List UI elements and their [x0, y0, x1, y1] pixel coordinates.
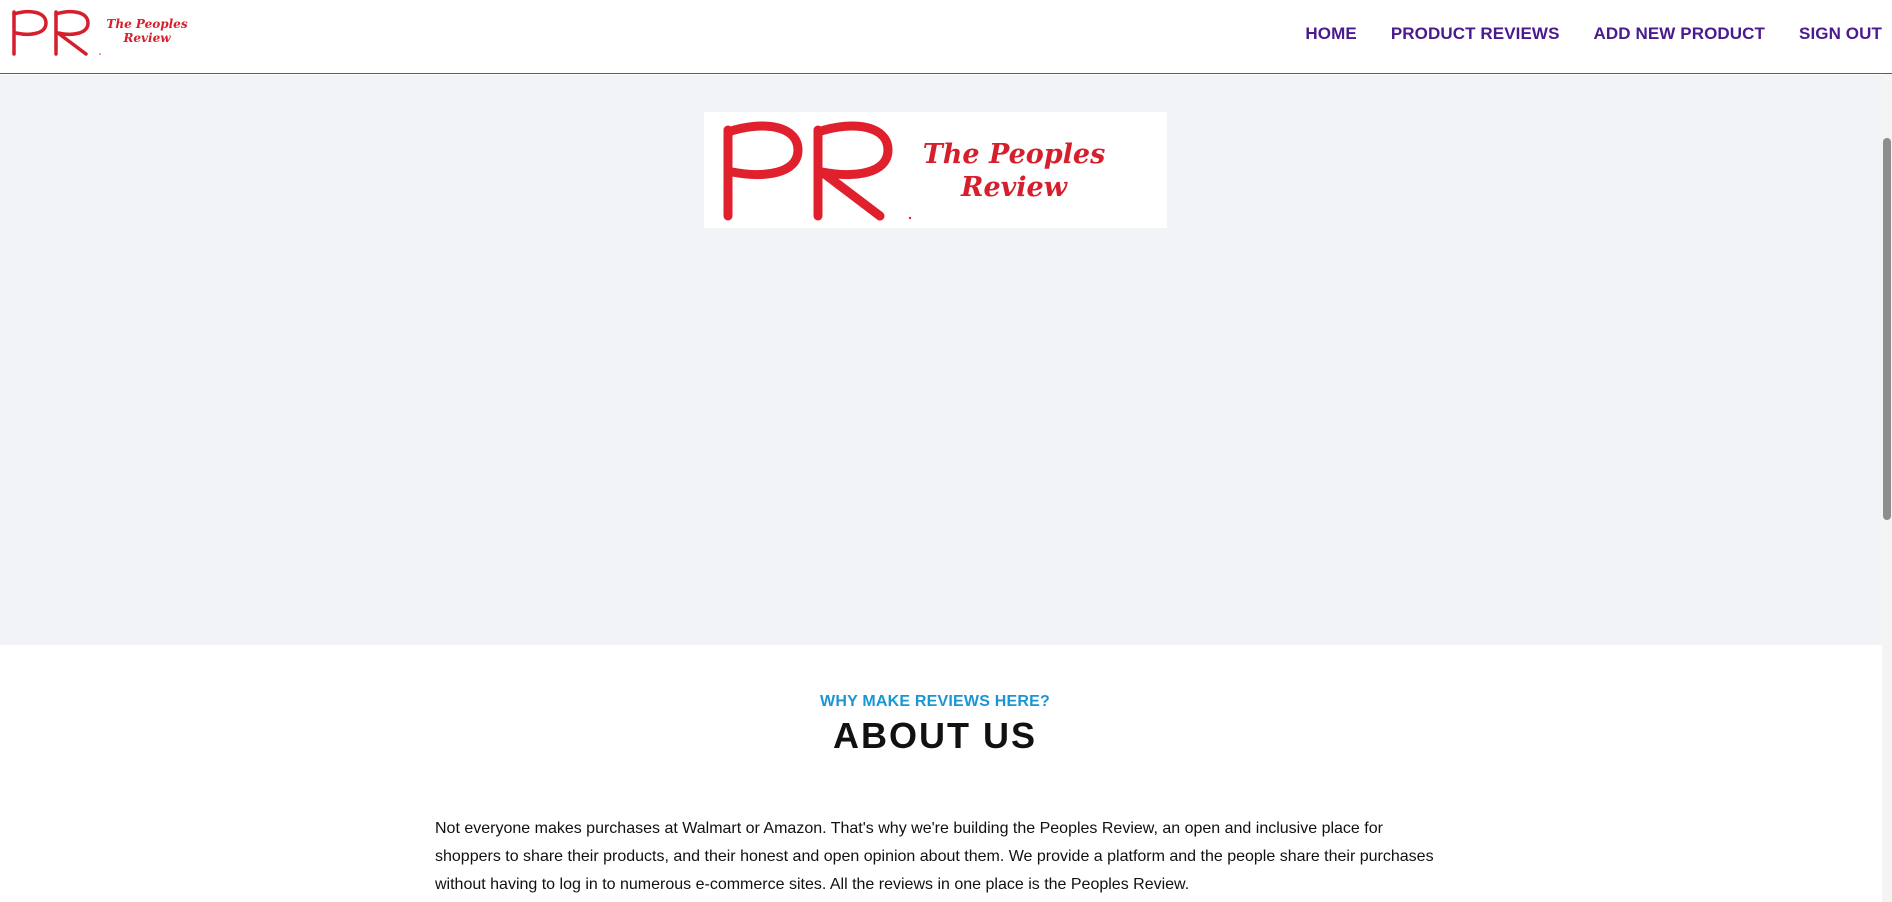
- header-logo[interactable]: The Peoples Review: [8, 6, 188, 58]
- hero-section: The Peoples Review: [0, 75, 1882, 645]
- logo-name-line2: Review: [123, 31, 171, 45]
- main-nav: HOME PRODUCT REVIEWS ADD NEW PRODUCT SIG…: [1288, 24, 1892, 44]
- about-kicker: WHY MAKE REVIEWS HERE?: [820, 693, 1050, 710]
- pr-logo-large-icon: [723, 121, 912, 221]
- about-body: Not everyone makes purchases at Walmart …: [435, 820, 1434, 893]
- hero-logo-name-line2: Review: [961, 172, 1067, 203]
- hero-logo: The Peoples Review: [704, 112, 1167, 228]
- about-title: ABOUT US: [833, 715, 1037, 756]
- scrollbar-thumb[interactable]: [1883, 138, 1891, 520]
- about-section: WHY MAKE REVIEWS HERE? ABOUT US Not ever…: [0, 645, 1882, 902]
- site-header: The Peoples Review HOME PRODUCT REVIEWS …: [0, 0, 1892, 74]
- pr-logo-icon: [12, 10, 101, 56]
- hero-logo-wordmark: The Peoples Review: [914, 138, 1114, 204]
- nav-sign-out[interactable]: SIGN OUT: [1782, 24, 1892, 44]
- hero-logo-name-line1: The Peoples: [922, 139, 1106, 170]
- page-scrollbar[interactable]: [1882, 74, 1892, 902]
- nav-home[interactable]: HOME: [1288, 24, 1373, 44]
- nav-product-reviews[interactable]: PRODUCT REVIEWS: [1374, 24, 1577, 44]
- nav-add-new-product[interactable]: ADD NEW PRODUCT: [1577, 24, 1783, 44]
- header-logo-wordmark: The Peoples Review: [102, 17, 192, 45]
- logo-name-line1: The Peoples: [106, 17, 188, 31]
- page: The Peoples Review HOME PRODUCT REVIEWS …: [0, 0, 1892, 902]
